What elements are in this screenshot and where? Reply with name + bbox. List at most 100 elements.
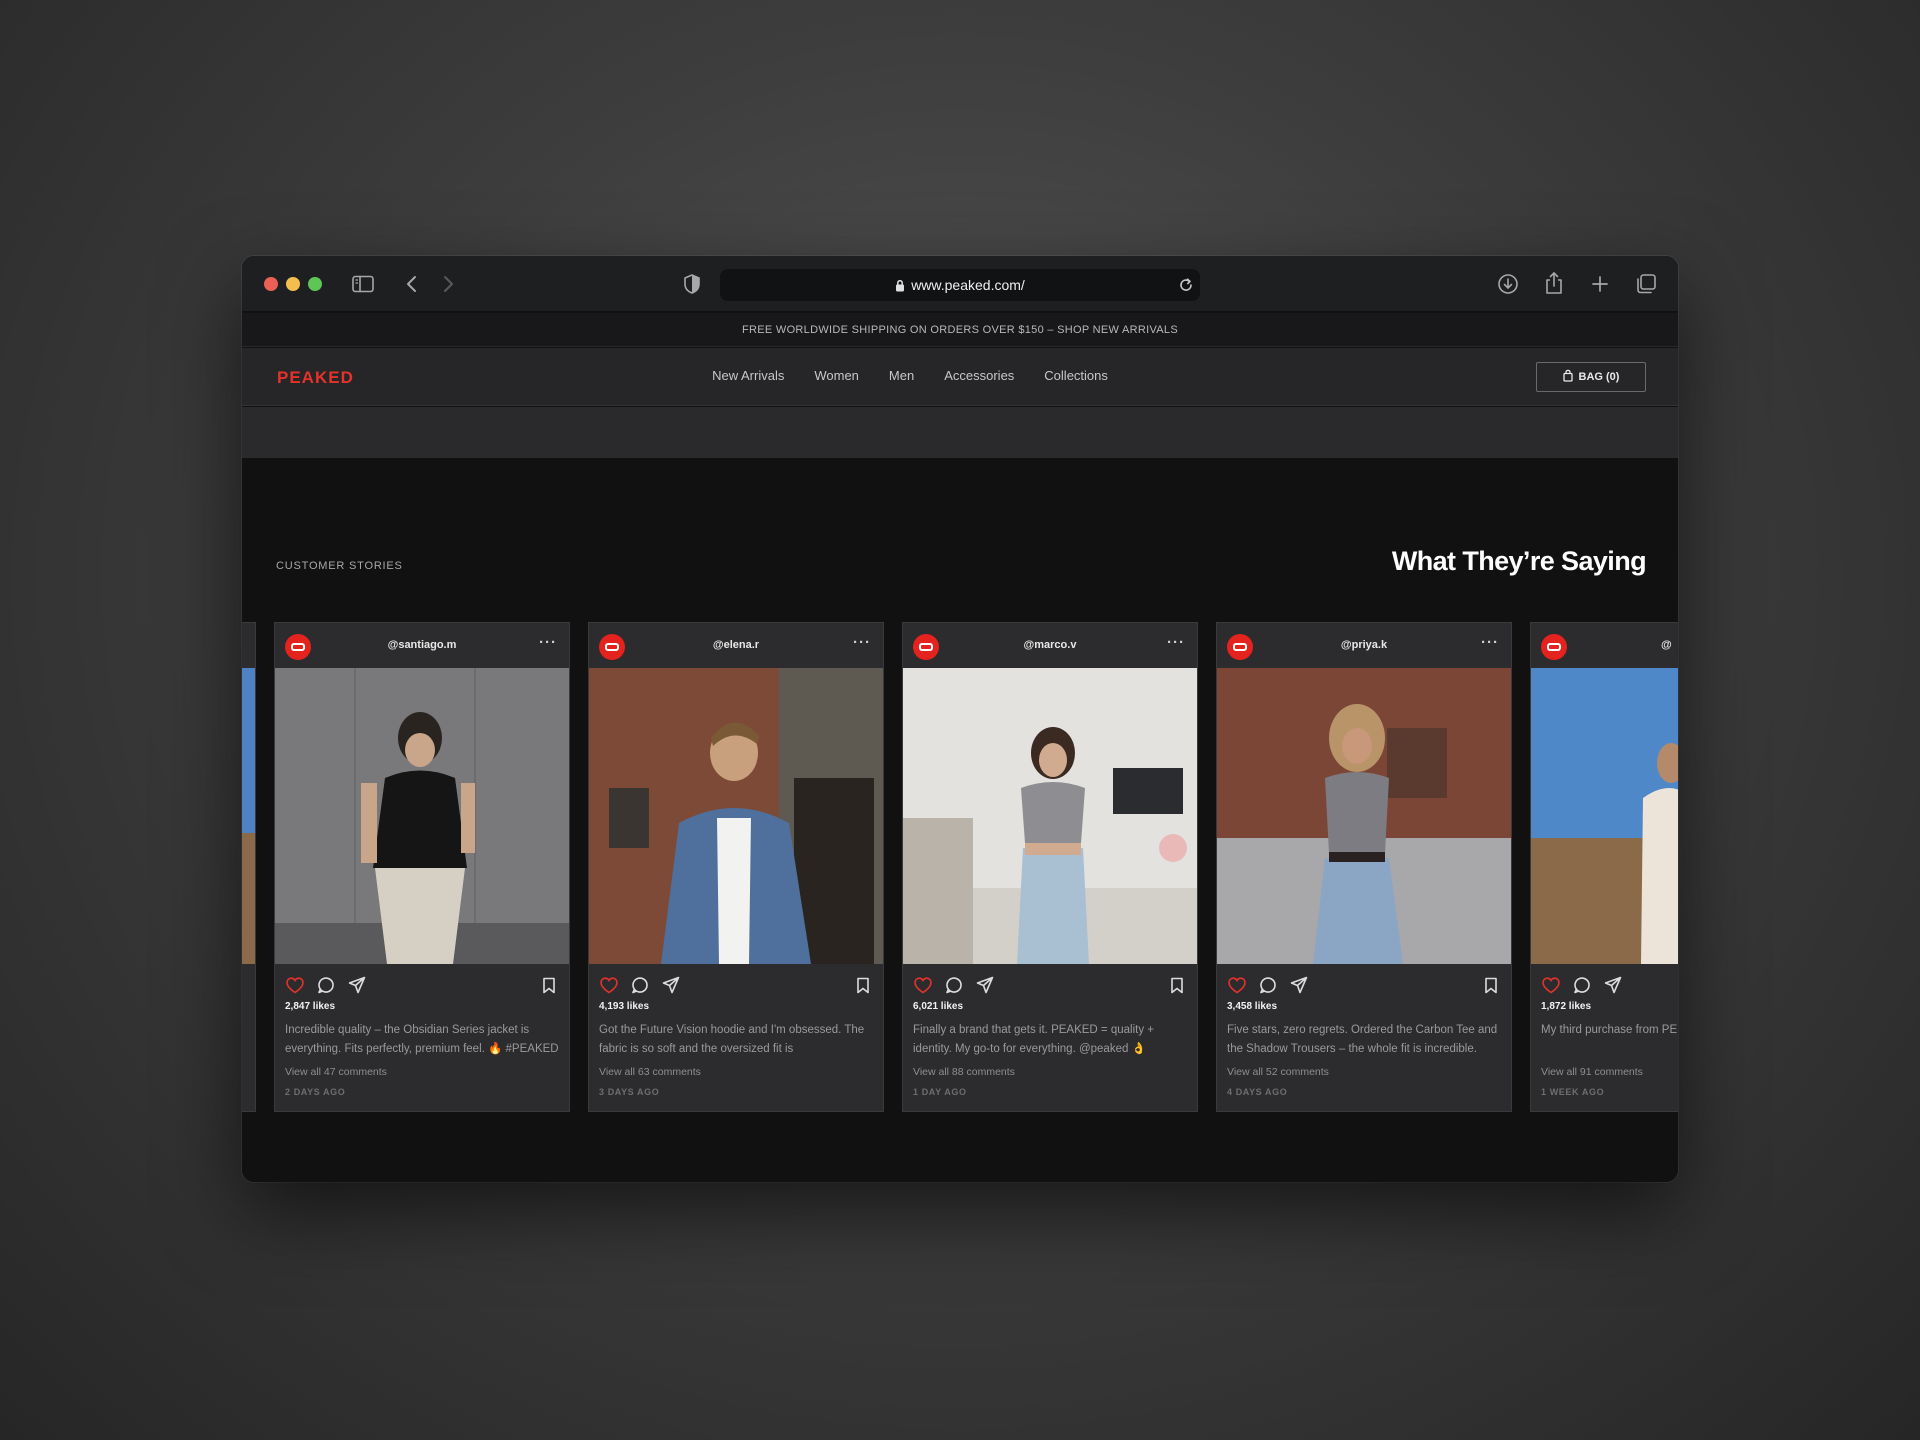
bag-button[interactable]: BAG (0) bbox=[1536, 362, 1646, 392]
post-actions bbox=[285, 975, 559, 995]
address-bar[interactable]: www.peaked.com/ bbox=[720, 269, 1200, 301]
browser-window: www.peaked.com/ FREE WORLDWIDE SHIPPING … bbox=[242, 256, 1678, 1182]
likes-count: 4,193 likes bbox=[599, 1001, 650, 1012]
heart-icon[interactable] bbox=[285, 975, 305, 995]
post-caption: Finally a brand that gets it. PEAKED = q… bbox=[913, 1024, 1154, 1055]
share-post-icon[interactable] bbox=[1603, 975, 1623, 995]
more-icon[interactable]: ··· bbox=[539, 634, 557, 651]
post-card[interactable]: @priya.k ··· 3,458 likes Five stars, zer… bbox=[1216, 622, 1512, 1112]
back-icon[interactable] bbox=[402, 272, 422, 296]
more-icon[interactable]: ··· bbox=[1167, 634, 1185, 651]
post-caption: Five stars, zero regrets. Ordered the Ca… bbox=[1227, 1024, 1498, 1055]
view-comments-link[interactable]: View all 91 comments bbox=[1541, 1066, 1643, 1078]
post-handle[interactable]: @ bbox=[1661, 639, 1678, 651]
likes-count: 1,872 likes bbox=[1541, 1001, 1592, 1012]
bookmark-icon[interactable] bbox=[1481, 975, 1501, 995]
post-card[interactable]: @ 1,872 likes My third purchase from PE … bbox=[1530, 622, 1678, 1112]
site-header: PEAKED New Arrivals Women Men Accessorie… bbox=[242, 348, 1678, 406]
comment-icon[interactable] bbox=[630, 975, 650, 995]
post-photo bbox=[242, 668, 255, 964]
new-tab-icon[interactable] bbox=[1588, 272, 1612, 296]
post-header: @marco.v ··· bbox=[903, 623, 1197, 668]
post-photo[interactable] bbox=[1531, 668, 1678, 964]
section-eyebrow: CUSTOMER STORIES bbox=[276, 560, 403, 572]
sidebar-icon[interactable] bbox=[350, 272, 376, 296]
avatar[interactable] bbox=[1541, 634, 1567, 660]
post-photo[interactable] bbox=[589, 668, 883, 964]
announcement-bar[interactable]: FREE WORLDWIDE SHIPPING ON ORDERS OVER $… bbox=[242, 313, 1678, 347]
heart-icon[interactable] bbox=[1227, 975, 1247, 995]
bookmark-icon[interactable] bbox=[1167, 975, 1187, 995]
comment-icon[interactable] bbox=[316, 975, 336, 995]
post-caption: Got the Future Vision hoodie and I'm obs… bbox=[599, 1024, 865, 1055]
post-timestamp: 1 DAY AGO bbox=[913, 1087, 967, 1097]
bag-label: BAG (0) bbox=[1578, 371, 1620, 383]
post-actions bbox=[1541, 975, 1678, 995]
more-icon[interactable]: ··· bbox=[242, 634, 243, 651]
likes-count: 2,847 likes bbox=[285, 1001, 336, 1012]
likes-count: 3,458 likes bbox=[1227, 1001, 1278, 1012]
post-handle[interactable]: @elena.r bbox=[589, 639, 883, 651]
post-header: @elena.r ··· bbox=[589, 623, 883, 668]
post-actions bbox=[1227, 975, 1501, 995]
stories-carousel[interactable]: ··· @santiago.m ··· bbox=[242, 622, 1678, 1112]
share-post-icon[interactable] bbox=[975, 975, 995, 995]
close-window-button[interactable] bbox=[264, 277, 278, 291]
comment-icon[interactable] bbox=[1572, 975, 1592, 995]
post-timestamp: 3 DAYS AGO bbox=[599, 1087, 660, 1097]
nav-link-collections[interactable]: Collections bbox=[1044, 368, 1108, 383]
nav-link-accessories[interactable]: Accessories bbox=[944, 368, 1014, 383]
view-comments-link[interactable]: View all 63 comments bbox=[599, 1066, 701, 1078]
announcement-text: FREE WORLDWIDE SHIPPING ON ORDERS OVER $… bbox=[742, 323, 1178, 336]
minimize-window-button[interactable] bbox=[286, 277, 300, 291]
post-handle[interactable]: @marco.v bbox=[903, 639, 1197, 651]
post-timestamp: 2 DAYS AGO bbox=[285, 1087, 346, 1097]
sub-header-band bbox=[242, 407, 1678, 458]
nav-link-men[interactable]: Men bbox=[889, 368, 914, 383]
shield-icon[interactable] bbox=[682, 273, 702, 295]
forward-icon[interactable] bbox=[438, 272, 458, 296]
post-actions bbox=[599, 975, 873, 995]
post-timestamp: 4 DAYS AGO bbox=[1227, 1087, 1288, 1097]
post-handle[interactable]: @santiago.m bbox=[275, 639, 569, 651]
customer-stories-section: CUSTOMER STORIES What They’re Saying ···… bbox=[242, 458, 1678, 1182]
heart-icon[interactable] bbox=[1541, 975, 1561, 995]
post-photo[interactable] bbox=[1217, 668, 1511, 964]
share-post-icon[interactable] bbox=[1289, 975, 1309, 995]
post-photo[interactable] bbox=[275, 668, 569, 964]
post-photo[interactable] bbox=[903, 668, 1197, 964]
post-timestamp: 1 WEEK AGO bbox=[1541, 1087, 1605, 1097]
download-icon[interactable] bbox=[1496, 272, 1520, 296]
reload-icon[interactable] bbox=[1178, 277, 1194, 298]
post-card[interactable]: @santiago.m ··· 2,847 likes Incredible q… bbox=[274, 622, 570, 1112]
post-header: @ bbox=[1531, 623, 1678, 668]
post-header: @santiago.m ··· bbox=[275, 623, 569, 668]
heart-icon[interactable] bbox=[599, 975, 619, 995]
comment-icon[interactable] bbox=[944, 975, 964, 995]
tabs-overview-icon[interactable] bbox=[1634, 272, 1658, 296]
post-card[interactable]: @elena.r ··· 4,193 likes Got the Future … bbox=[588, 622, 884, 1112]
likes-count: 6,021 likes bbox=[913, 1001, 964, 1012]
share-post-icon[interactable] bbox=[347, 975, 367, 995]
bookmark-icon[interactable] bbox=[539, 975, 559, 995]
heart-icon[interactable] bbox=[913, 975, 933, 995]
share-icon[interactable] bbox=[1542, 270, 1566, 296]
more-icon[interactable]: ··· bbox=[1481, 634, 1499, 651]
more-icon[interactable]: ··· bbox=[853, 634, 871, 651]
post-card-partial-left[interactable]: ··· bbox=[242, 622, 256, 1112]
view-comments-link[interactable]: View all 88 comments bbox=[913, 1066, 1015, 1078]
post-card[interactable]: @marco.v ··· 6,021 likes Finally a brand… bbox=[902, 622, 1198, 1112]
comment-icon[interactable] bbox=[1258, 975, 1278, 995]
post-handle[interactable]: @priya.k bbox=[1217, 639, 1511, 651]
zoom-window-button[interactable] bbox=[308, 277, 322, 291]
view-comments-link[interactable]: View all 47 comments bbox=[285, 1066, 387, 1078]
nav-link-women[interactable]: Women bbox=[814, 368, 859, 383]
share-post-icon[interactable] bbox=[661, 975, 681, 995]
view-comments-link[interactable]: View all 52 comments bbox=[1227, 1066, 1329, 1078]
nav-link-new-arrivals[interactable]: New Arrivals bbox=[712, 368, 784, 383]
browser-toolbar: www.peaked.com/ bbox=[242, 256, 1678, 312]
post-caption: My third purchase from PE... delivering. bbox=[1541, 1024, 1678, 1036]
bookmark-icon[interactable] bbox=[853, 975, 873, 995]
lock-icon bbox=[895, 279, 905, 292]
main-nav: New Arrivals Women Men Accessories Colle… bbox=[242, 368, 1678, 383]
